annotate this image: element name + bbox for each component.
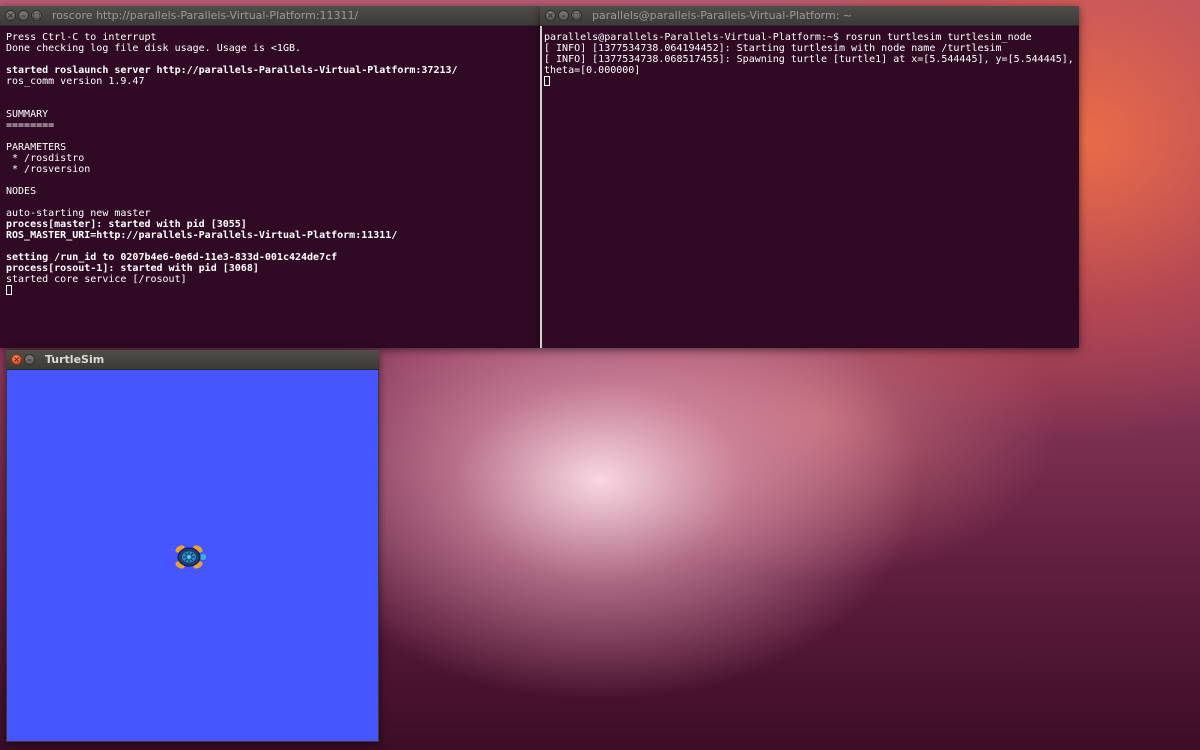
terminal-line: process[rosout-1]: started with pid [306… [6, 263, 259, 274]
text-cursor [6, 285, 12, 295]
minimize-icon[interactable]: – [558, 10, 569, 21]
terminal-line: ros_comm version 1.9.47 [6, 76, 145, 87]
terminal-line: * /rosdistro [6, 153, 85, 164]
turtlesim-titlebar[interactable]: × – TurtleSim [6, 350, 379, 370]
terminal-line: SUMMARY [6, 109, 49, 120]
terminal-line: NODES [6, 186, 37, 197]
terminal-line: Press Ctrl-C to interrupt [6, 32, 157, 43]
terminal-line: started core service [/rosout] [6, 274, 187, 285]
roscore-terminal-window[interactable]: × – □ roscore http://parallels-Parallels… [0, 6, 540, 348]
turtlesim-node-terminal-titlebar[interactable]: × – □ parallels@parallels-Parallels-Virt… [540, 6, 1079, 26]
terminal-output[interactable]: parallels@parallels-Parallels-Virtual-Pl… [540, 26, 1079, 348]
turtle-icon [175, 545, 206, 569]
turtlesim-canvas[interactable] [6, 370, 379, 742]
terminal-line: started roslaunch server http://parallel… [6, 65, 458, 76]
turtlesim-window[interactable]: × – TurtleSim [6, 350, 379, 742]
terminal-line: [ INFO] [1377534738.068517455]: Spawning… [544, 54, 1074, 76]
terminal-line: auto-starting new master [6, 208, 151, 219]
window-title: TurtleSim [45, 353, 105, 366]
terminal-line: [ INFO] [1377534738.064194452]: Starting… [544, 43, 1002, 54]
turtlesim-node-terminal-window[interactable]: × – □ parallels@parallels-Parallels-Virt… [540, 6, 1079, 348]
maximize-icon[interactable]: □ [571, 10, 582, 21]
maximize-icon[interactable]: □ [31, 10, 42, 21]
terminal-line: ROS_MASTER_URI=http://parallels-Parallel… [6, 230, 398, 241]
terminal-line: parallels@parallels-Parallels-Virtual-Pl… [544, 32, 1032, 43]
terminal-line: Done checking log file disk usage. Usage… [6, 43, 302, 54]
minimize-icon[interactable]: – [24, 354, 35, 365]
close-icon[interactable]: × [545, 10, 556, 21]
close-icon[interactable]: × [5, 10, 16, 21]
terminal-cursor-line [6, 285, 540, 296]
terminal-line: ======== [6, 120, 55, 131]
text-cursor [544, 76, 550, 86]
terminal-line: process[master]: started with pid [3055] [6, 219, 247, 230]
terminal-line: * /rosversion [6, 164, 91, 175]
terminal-line: setting /run_id to 0207b4e6-0e6d-11e3-83… [6, 252, 338, 263]
minimize-icon[interactable]: – [18, 10, 29, 21]
window-title: roscore http://parallels-Parallels-Virtu… [52, 9, 359, 22]
window-title: parallels@parallels-Parallels-Virtual-Pl… [592, 9, 853, 22]
close-icon[interactable]: × [11, 354, 22, 365]
roscore-terminal-titlebar[interactable]: × – □ roscore http://parallels-Parallels… [0, 6, 540, 26]
terminal-line: PARAMETERS [6, 142, 67, 153]
terminal-cursor-line [544, 76, 1079, 87]
terminal-output[interactable]: Press Ctrl-C to interrupt Done checking l… [0, 26, 540, 348]
